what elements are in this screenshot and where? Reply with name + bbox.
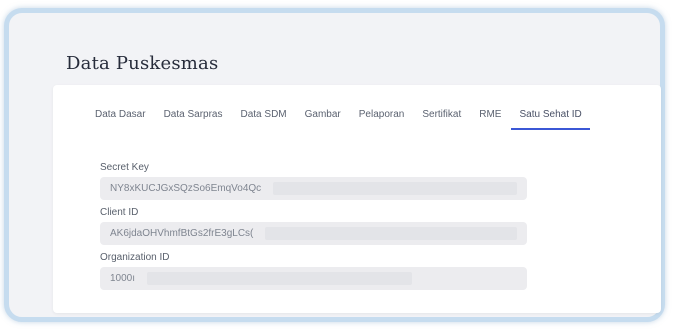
page-title: Data Puskesmas — [66, 53, 219, 74]
content-card: Data Dasar Data Sarpras Data SDM Gambar … — [53, 85, 661, 313]
tab-data-sdm[interactable]: Data SDM — [241, 107, 287, 130]
organization-id-group: Organization ID 1000ı — [100, 252, 527, 290]
organization-id-label: Organization ID — [100, 252, 170, 263]
tab-sertifikat[interactable]: Sertifikat — [422, 107, 461, 130]
redaction-mask — [273, 182, 517, 195]
client-id-field[interactable]: AK6jdaOHVhmfBtGs2frE3gLCs( — [100, 222, 527, 245]
redaction-mask — [265, 227, 517, 240]
tab-rme[interactable]: RME — [479, 107, 501, 130]
tab-bar: Data Dasar Data Sarpras Data SDM Gambar … — [95, 107, 590, 130]
client-id-label: Client ID — [100, 207, 139, 218]
organization-id-value: 1000ı — [110, 273, 136, 284]
window-frame: Data Puskesmas Data Dasar Data Sarpras D… — [4, 8, 665, 322]
secret-key-group: Secret Key NY8xKUCJGxSQzSo6EmqVo4Qc — [100, 162, 527, 200]
organization-id-field[interactable]: 1000ı — [100, 267, 527, 290]
tab-gambar[interactable]: Gambar — [305, 107, 341, 130]
client-id-value: AK6jdaOHVhmfBtGs2frE3gLCs( — [110, 228, 254, 239]
tab-pelaporan[interactable]: Pelaporan — [359, 107, 405, 130]
tab-satu-sehat-id[interactable]: Satu Sehat ID — [511, 107, 590, 130]
client-id-group: Client ID AK6jdaOHVhmfBtGs2frE3gLCs( — [100, 207, 527, 245]
secret-key-label: Secret Key — [100, 162, 149, 173]
redaction-mask — [147, 272, 413, 285]
tab-data-dasar[interactable]: Data Dasar — [95, 107, 146, 130]
secret-key-field[interactable]: NY8xKUCJGxSQzSo6EmqVo4Qc — [100, 177, 527, 200]
secret-key-value: NY8xKUCJGxSQzSo6EmqVo4Qc — [110, 183, 262, 194]
tab-data-sarpras[interactable]: Data Sarpras — [164, 107, 223, 130]
